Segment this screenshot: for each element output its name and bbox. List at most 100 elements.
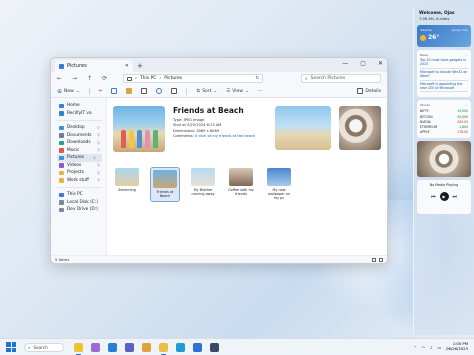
- battery-icon[interactable]: ▭: [438, 345, 442, 350]
- sidebar-item-home[interactable]: Home: [57, 102, 106, 110]
- sidebar-item-work-stuff[interactable]: Work stuff ⚲: [57, 177, 106, 185]
- cut-button[interactable]: ✂: [99, 89, 103, 94]
- forward-button[interactable]: →: [72, 75, 77, 82]
- rename-icon: [141, 88, 148, 94]
- view-label: View: [232, 88, 243, 94]
- thumbnail-item[interactable]: My Brother running away: [189, 168, 217, 201]
- folder-icon[interactable]: [159, 342, 168, 355]
- tiles-view-icon[interactable]: [379, 257, 383, 262]
- photos-widget[interactable]: [417, 141, 471, 178]
- up-button[interactable]: ↑: [87, 75, 92, 82]
- breadcrumb-this-pc[interactable]: This PC: [140, 76, 156, 81]
- sidebar-item-recilfyit-va[interactable]: RecilfyIT va: [57, 110, 106, 118]
- sidebar-item-pictures[interactable]: Pictures ⚲: [57, 154, 102, 162]
- coffee-photo-preview[interactable]: [339, 106, 381, 150]
- view-icon: ☰: [226, 88, 231, 94]
- thumbnail-image: [229, 168, 253, 186]
- sidebar-item-music[interactable]: Music ⚲: [57, 147, 106, 155]
- sidebar-item-projects[interactable]: Projects ⚲: [57, 169, 106, 177]
- next-track-icon[interactable]: ⏭: [453, 194, 458, 200]
- previous-track-icon[interactable]: ⏮: [431, 194, 436, 200]
- edge-icon[interactable]: [176, 342, 185, 352]
- weather-widget[interactable]: Weather Jersey City 26°: [417, 25, 471, 47]
- sidebar-item-this-pc[interactable]: This PC: [57, 191, 106, 199]
- details-view-icon[interactable]: [372, 257, 376, 262]
- more-options-button[interactable]: ···: [258, 89, 262, 94]
- teams-icon[interactable]: [125, 342, 134, 352]
- clock[interactable]: 1:00 PM 06/26/2023: [446, 342, 468, 351]
- copilot-icon[interactable]: [91, 342, 100, 352]
- thumbnail-item[interactable]: Swimming: [113, 168, 141, 201]
- thumbnail-item[interactable]: Coffee with my friends: [227, 168, 255, 201]
- chevron-up-icon[interactable]: ⌃: [414, 345, 417, 350]
- stocks-widget[interactable]: Stocks ··· NIFTY 19,000 BITCOIN 29,000 NVIDIA…: [417, 100, 471, 139]
- search-input[interactable]: ⌕ Search Pictures: [301, 74, 381, 83]
- paste-button[interactable]: [126, 88, 133, 94]
- share-button[interactable]: [156, 88, 163, 94]
- more-icon[interactable]: ···: [465, 103, 468, 107]
- media-widget[interactable]: No Media Playing ⏮ ▶ ⏭: [417, 180, 471, 215]
- refresh-icon[interactable]: ↻: [255, 76, 259, 81]
- sidebar-item-dev-drive-d[interactable]: Dev Drive (D:): [57, 206, 106, 214]
- volume-icon[interactable]: ♪: [430, 345, 432, 350]
- more-icon[interactable]: ···: [465, 53, 468, 57]
- details-pane-icon: [357, 88, 364, 94]
- news-headline[interactable]: Microsoft is appointing the new CEO of M…: [420, 82, 468, 93]
- breadcrumb-pictures[interactable]: Pictures: [164, 76, 182, 81]
- view-button[interactable]: ☰ View ⌄: [226, 89, 249, 94]
- plus-icon: ⊕: [57, 87, 63, 95]
- stocks-label: Stocks: [420, 103, 430, 108]
- close-window-button[interactable]: ✕: [378, 60, 383, 67]
- pinned-apps: [74, 342, 219, 355]
- news-headline[interactable]: Top 10 must have gadgets in 2023: [420, 58, 468, 69]
- chevron-down-icon: ⌄: [244, 88, 249, 94]
- thumbnail-item[interactable]: My new wallpaper on my pc: [265, 168, 293, 201]
- delete-button[interactable]: [171, 88, 178, 94]
- explorer-icon[interactable]: [74, 342, 83, 355]
- thumbnail-item[interactable]: Friends at Beach: [150, 167, 180, 202]
- pin-icon: ⚲: [97, 170, 100, 175]
- featured-photo[interactable]: [113, 106, 165, 152]
- taskbar-search[interactable]: ⌕ Search: [24, 342, 64, 352]
- thumbnail-image: [267, 168, 291, 186]
- sidebar-item-local-disk-c[interactable]: Local Disk (C:): [57, 199, 106, 207]
- comments-link[interactable]: A click of my friends at the beach: [195, 134, 255, 138]
- stock-name: APPLE: [420, 130, 430, 135]
- sort-button[interactable]: ⇅ Sort ⌄: [196, 89, 217, 94]
- store-icon[interactable]: [108, 342, 117, 352]
- beach-photo-preview[interactable]: [275, 106, 331, 150]
- wifi-icon[interactable]: ◠: [422, 345, 425, 350]
- minimize-button[interactable]: —: [342, 60, 348, 67]
- address-bar[interactable]: › This PC › Pictures ↻: [123, 74, 264, 83]
- photos-icon[interactable]: [142, 342, 151, 352]
- folder-icon: [59, 170, 64, 175]
- store-bag-icon[interactable]: [210, 342, 219, 352]
- rename-button[interactable]: [141, 88, 148, 94]
- copy-button[interactable]: [111, 88, 118, 94]
- refresh-nav-button[interactable]: ⟳: [102, 75, 107, 82]
- taskbar: ⌕ Search ⌃ ◠ ♪ ▭ 1:00 PM 06/26/2023: [0, 338, 474, 355]
- sidebar-item-label: Pictures: [67, 155, 85, 161]
- details-button[interactable]: Details: [357, 88, 381, 94]
- sidebar-item-videos[interactable]: Videos ⚲: [57, 162, 106, 170]
- back-button[interactable]: ←: [57, 75, 62, 82]
- maximize-button[interactable]: ▢: [360, 60, 366, 67]
- stock-row[interactable]: APPLE 178.00: [420, 130, 468, 135]
- tab-pictures[interactable]: Pictures ✕: [55, 60, 133, 72]
- play-button[interactable]: ▶: [439, 192, 449, 202]
- sidebar-item-desktop[interactable]: Desktop ⚲: [57, 124, 106, 132]
- details-label: Details: [365, 88, 381, 94]
- system-tray: ⌃ ◠ ♪ ▭ 1:00 PM 06/26/2023: [414, 342, 468, 351]
- mail-icon[interactable]: [193, 342, 202, 352]
- close-tab-icon[interactable]: ✕: [125, 63, 129, 69]
- cut-icon: ✂: [98, 88, 103, 94]
- sidebar-item-documents[interactable]: Documents ⚲: [57, 132, 106, 140]
- news-widget[interactable]: News ··· Top 10 must have gadgets in 2023…: [417, 50, 471, 98]
- new-tab-button[interactable]: +: [137, 62, 143, 70]
- clock-date: 06/26/2023: [446, 346, 468, 351]
- new-button[interactable]: ⊕ New ⌄: [57, 88, 80, 95]
- thumbnail-image: [115, 168, 139, 186]
- news-headline[interactable]: Microsoft to include Win32 on Xbox?: [420, 70, 468, 81]
- sidebar-item-downloads[interactable]: Downloads ⚲: [57, 139, 106, 147]
- start-button[interactable]: [6, 342, 16, 352]
